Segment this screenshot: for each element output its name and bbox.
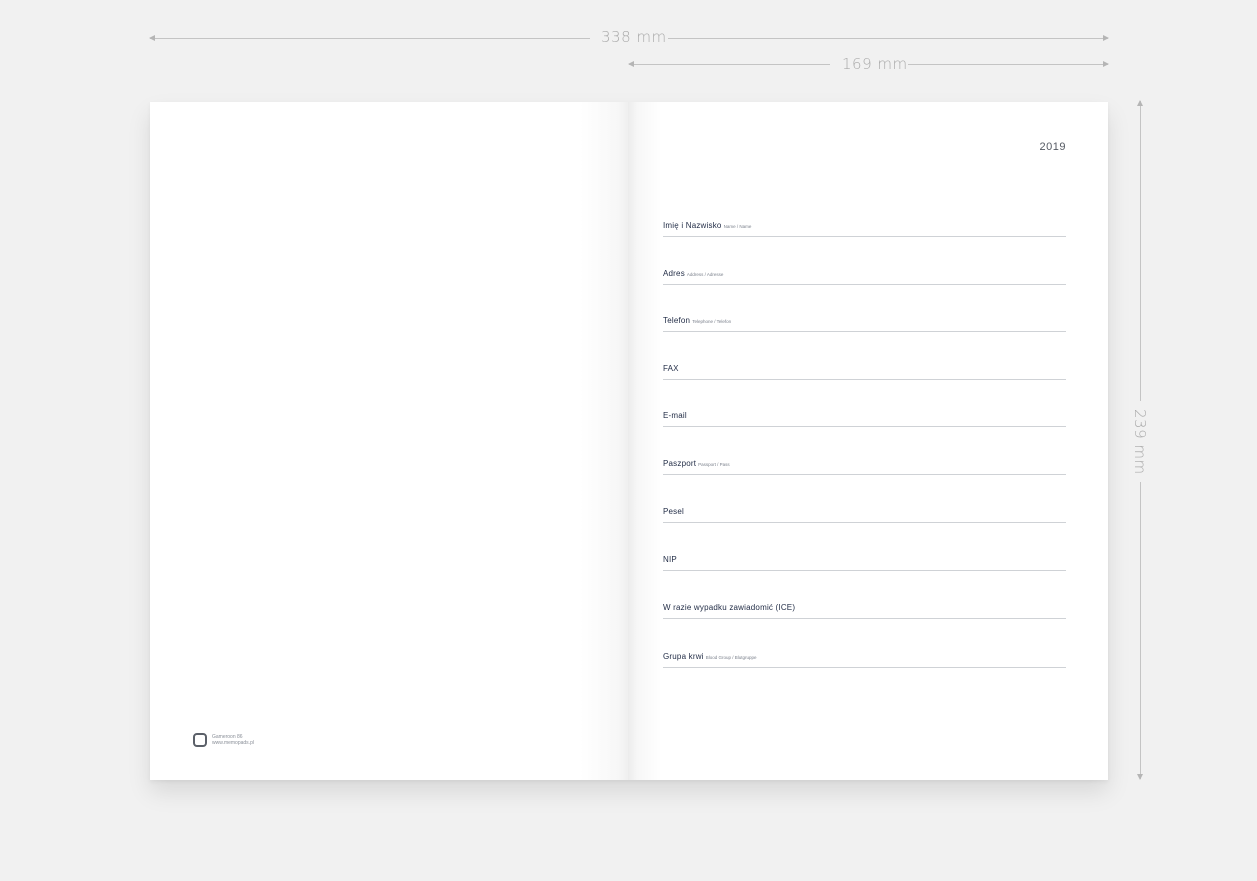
field-email[interactable]: E-mail <box>663 405 1066 427</box>
field-sublabel: Address / Adresse <box>686 272 724 277</box>
field-sublabel: Name / Name <box>723 224 752 229</box>
logo-text: Gameroon 86 www.memopads.pl <box>212 734 254 746</box>
field-address[interactable]: Adres Address / Adresse <box>663 263 1066 285</box>
right-page: 2019 Imię i Nazwisko Name / Name Adres Add… <box>628 102 1108 780</box>
notebook-spread: Gameroon 86 www.memopads.pl 2019 Imię i … <box>150 102 1108 780</box>
total-width-label: 338 mm <box>601 28 667 46</box>
page-width-dimension-line-left <box>628 61 830 67</box>
field-name[interactable]: Imię i Nazwisko Name / Name <box>663 215 1066 237</box>
height-dimension-line-top <box>1137 100 1143 401</box>
year-label: 2019 <box>1039 141 1066 153</box>
arrow-down-icon <box>1137 774 1143 780</box>
field-label: Telefon <box>663 316 691 325</box>
logo-line-2: www.memopads.pl <box>212 740 254 746</box>
field-sublabel: Blood Group / Blutgruppe <box>705 655 757 660</box>
field-label: Pesel <box>663 507 685 516</box>
total-width-dimension-line-left <box>149 35 590 41</box>
page-width-label: 169 mm <box>842 55 908 73</box>
arrow-left-icon <box>149 35 155 41</box>
field-label: W razie wypadku zawiadomić (ICE) <box>663 603 796 612</box>
total-width-dimension-line-right <box>668 35 1109 41</box>
arrow-left-icon <box>628 61 634 67</box>
field-sublabel: Telephone / Telefon <box>692 319 732 324</box>
page-width-dimension-line-right <box>908 61 1109 67</box>
field-passport[interactable]: Paszport Passport / Pass <box>663 453 1066 475</box>
publisher-logo: Gameroon 86 www.memopads.pl <box>193 733 254 747</box>
height-label: 239 mm <box>1131 409 1149 475</box>
height-dimension-line-bottom <box>1137 482 1143 780</box>
arrow-right-icon <box>1103 61 1109 67</box>
field-label: FAX <box>663 364 679 373</box>
arrow-up-icon <box>1137 100 1143 106</box>
field-nip[interactable]: NIP <box>663 549 1066 571</box>
field-label: Imię i Nazwisko <box>663 221 722 230</box>
field-label: E-mail <box>663 411 687 420</box>
left-page: Gameroon 86 www.memopads.pl <box>150 102 628 780</box>
field-label: Grupa krwi <box>663 652 704 661</box>
arrow-right-icon <box>1103 35 1109 41</box>
field-label: Adres <box>663 269 685 278</box>
field-pesel[interactable]: Pesel <box>663 501 1066 523</box>
field-blood-group[interactable]: Grupa krwi Blood Group / Blutgruppe <box>663 646 1066 668</box>
field-telephone[interactable]: Telefon Telephone / Telefon <box>663 310 1066 332</box>
rounded-square-logo-icon <box>193 733 207 747</box>
field-label: NIP <box>663 555 677 564</box>
field-label: Paszport <box>663 459 697 468</box>
field-emergency-contact[interactable]: W razie wypadku zawiadomić (ICE) <box>663 597 1066 619</box>
field-fax[interactable]: FAX <box>663 358 1066 380</box>
field-sublabel: Passport / Pass <box>698 462 730 467</box>
